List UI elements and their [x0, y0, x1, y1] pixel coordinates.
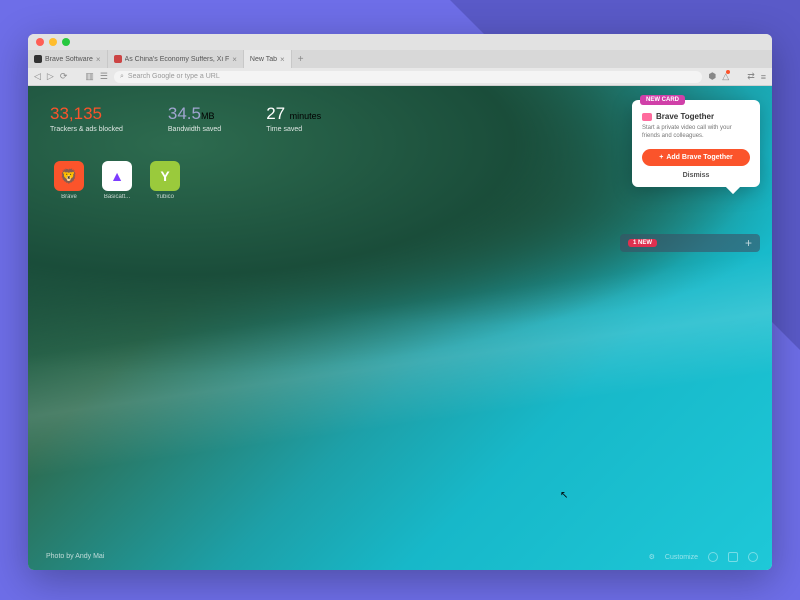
close-icon[interactable]: ×	[96, 55, 101, 64]
video-icon	[642, 113, 652, 121]
footer-actions: ⚙ Customize	[649, 552, 758, 562]
stat-label: Bandwidth saved	[168, 126, 221, 133]
forward-button[interactable]: ▷	[47, 71, 54, 82]
stat-unit: MB	[201, 111, 215, 121]
settings-icon[interactable]: ⇄	[747, 71, 755, 82]
card-title: Brave Together	[656, 112, 714, 121]
settings-sliders-icon[interactable]: ⚙	[649, 553, 655, 561]
stat-value: 27	[266, 104, 285, 123]
top-site-item[interactable]: ▲ Basicatt...	[98, 161, 136, 200]
top-site-item[interactable]: Y Yubico	[146, 161, 184, 200]
site-label: Brave	[61, 194, 77, 200]
tab-item-active[interactable]: New Tab ×	[244, 50, 292, 68]
photo-credit[interactable]: Photo by Andy Mai	[46, 553, 104, 560]
favicon-icon	[34, 55, 42, 63]
customize-button[interactable]: Customize	[665, 554, 698, 561]
toolbar: ◁ ▷ ⟳ ▥ ☰ ⌕ Search Google or type a URL …	[28, 68, 772, 86]
stat-bandwidth: 34.5MB Bandwidth saved	[168, 104, 221, 133]
notification-dot	[726, 70, 730, 74]
new-tab-button[interactable]: +	[292, 50, 310, 68]
tab-title: Brave Software	[45, 56, 93, 63]
reader-icon[interactable]: ☰	[100, 71, 108, 82]
rewards-icon[interactable]: △	[722, 71, 729, 82]
gear-icon[interactable]	[708, 552, 718, 562]
tab-title: As China's Economy Suffers, Xi F	[125, 56, 230, 63]
stat-value: 34.5	[168, 104, 201, 123]
back-button[interactable]: ◁	[34, 71, 41, 82]
shields-icon[interactable]: ⬢	[708, 71, 716, 82]
browser-window: Brave Software × As China's Economy Suff…	[28, 34, 772, 570]
add-brave-together-button[interactable]: + Add Brave Together	[642, 149, 750, 166]
window-minimize-button[interactable]	[49, 38, 57, 46]
card-tag-badge: NEW CARD	[640, 95, 685, 105]
close-icon[interactable]: ×	[232, 55, 237, 64]
card-description: Start a private video call with your fri…	[632, 125, 760, 149]
site-label: Basicatt...	[104, 194, 130, 200]
window-titlebar	[28, 34, 772, 50]
site-label: Yubico	[156, 194, 174, 200]
stat-time: 27 minutes Time saved	[266, 104, 321, 133]
button-label: Add Brave Together	[666, 154, 732, 161]
mouse-cursor: ↖	[560, 490, 568, 501]
dismiss-button[interactable]: Dismiss	[632, 172, 760, 179]
history-icon[interactable]	[748, 552, 758, 562]
tab-title: New Tab	[250, 56, 277, 63]
site-tile-icon: 🦁	[54, 161, 84, 191]
site-tile-icon: Y	[150, 161, 180, 191]
add-card-button[interactable]: +	[745, 236, 752, 250]
site-tile-icon: ▲	[102, 161, 132, 191]
cards-tray[interactable]: 1 NEW +	[620, 234, 760, 252]
address-placeholder: Search Google or type a URL	[128, 73, 220, 80]
tab-bar: Brave Software × As China's Economy Suff…	[28, 50, 772, 68]
stat-unit: minutes	[290, 111, 322, 121]
window-maximize-button[interactable]	[62, 38, 70, 46]
top-site-item[interactable]: 🦁 Brave	[50, 161, 88, 200]
address-bar[interactable]: ⌕ Search Google or type a URL	[114, 71, 702, 83]
window-close-button[interactable]	[36, 38, 44, 46]
reload-button[interactable]: ⟳	[60, 71, 68, 82]
top-sites: 🦁 Brave ▲ Basicatt... Y Yubico	[50, 161, 184, 200]
new-count-badge: 1 NEW	[628, 239, 657, 247]
menu-icon[interactable]: ≡	[761, 72, 766, 82]
search-icon: ⌕	[120, 73, 124, 81]
plus-icon: +	[659, 154, 663, 161]
close-icon[interactable]: ×	[280, 55, 285, 64]
promo-card: NEW CARD Brave Together Start a private …	[632, 100, 760, 187]
sidebar-icon[interactable]: ▥	[85, 71, 94, 82]
stat-trackers: 33,135 Trackers & ads blocked	[50, 104, 123, 133]
tab-item[interactable]: As China's Economy Suffers, Xi F ×	[108, 50, 244, 68]
new-tab-page: 33,135 Trackers & ads blocked 34.5MB Ban…	[28, 86, 772, 570]
stat-value: 33,135	[50, 104, 123, 124]
bookmark-icon[interactable]	[728, 552, 738, 562]
stat-label: Time saved	[266, 126, 321, 133]
tab-item[interactable]: Brave Software ×	[28, 50, 108, 68]
stat-label: Trackers & ads blocked	[50, 126, 123, 133]
favicon-icon	[114, 55, 122, 63]
stats-row: 33,135 Trackers & ads blocked 34.5MB Ban…	[50, 104, 321, 133]
